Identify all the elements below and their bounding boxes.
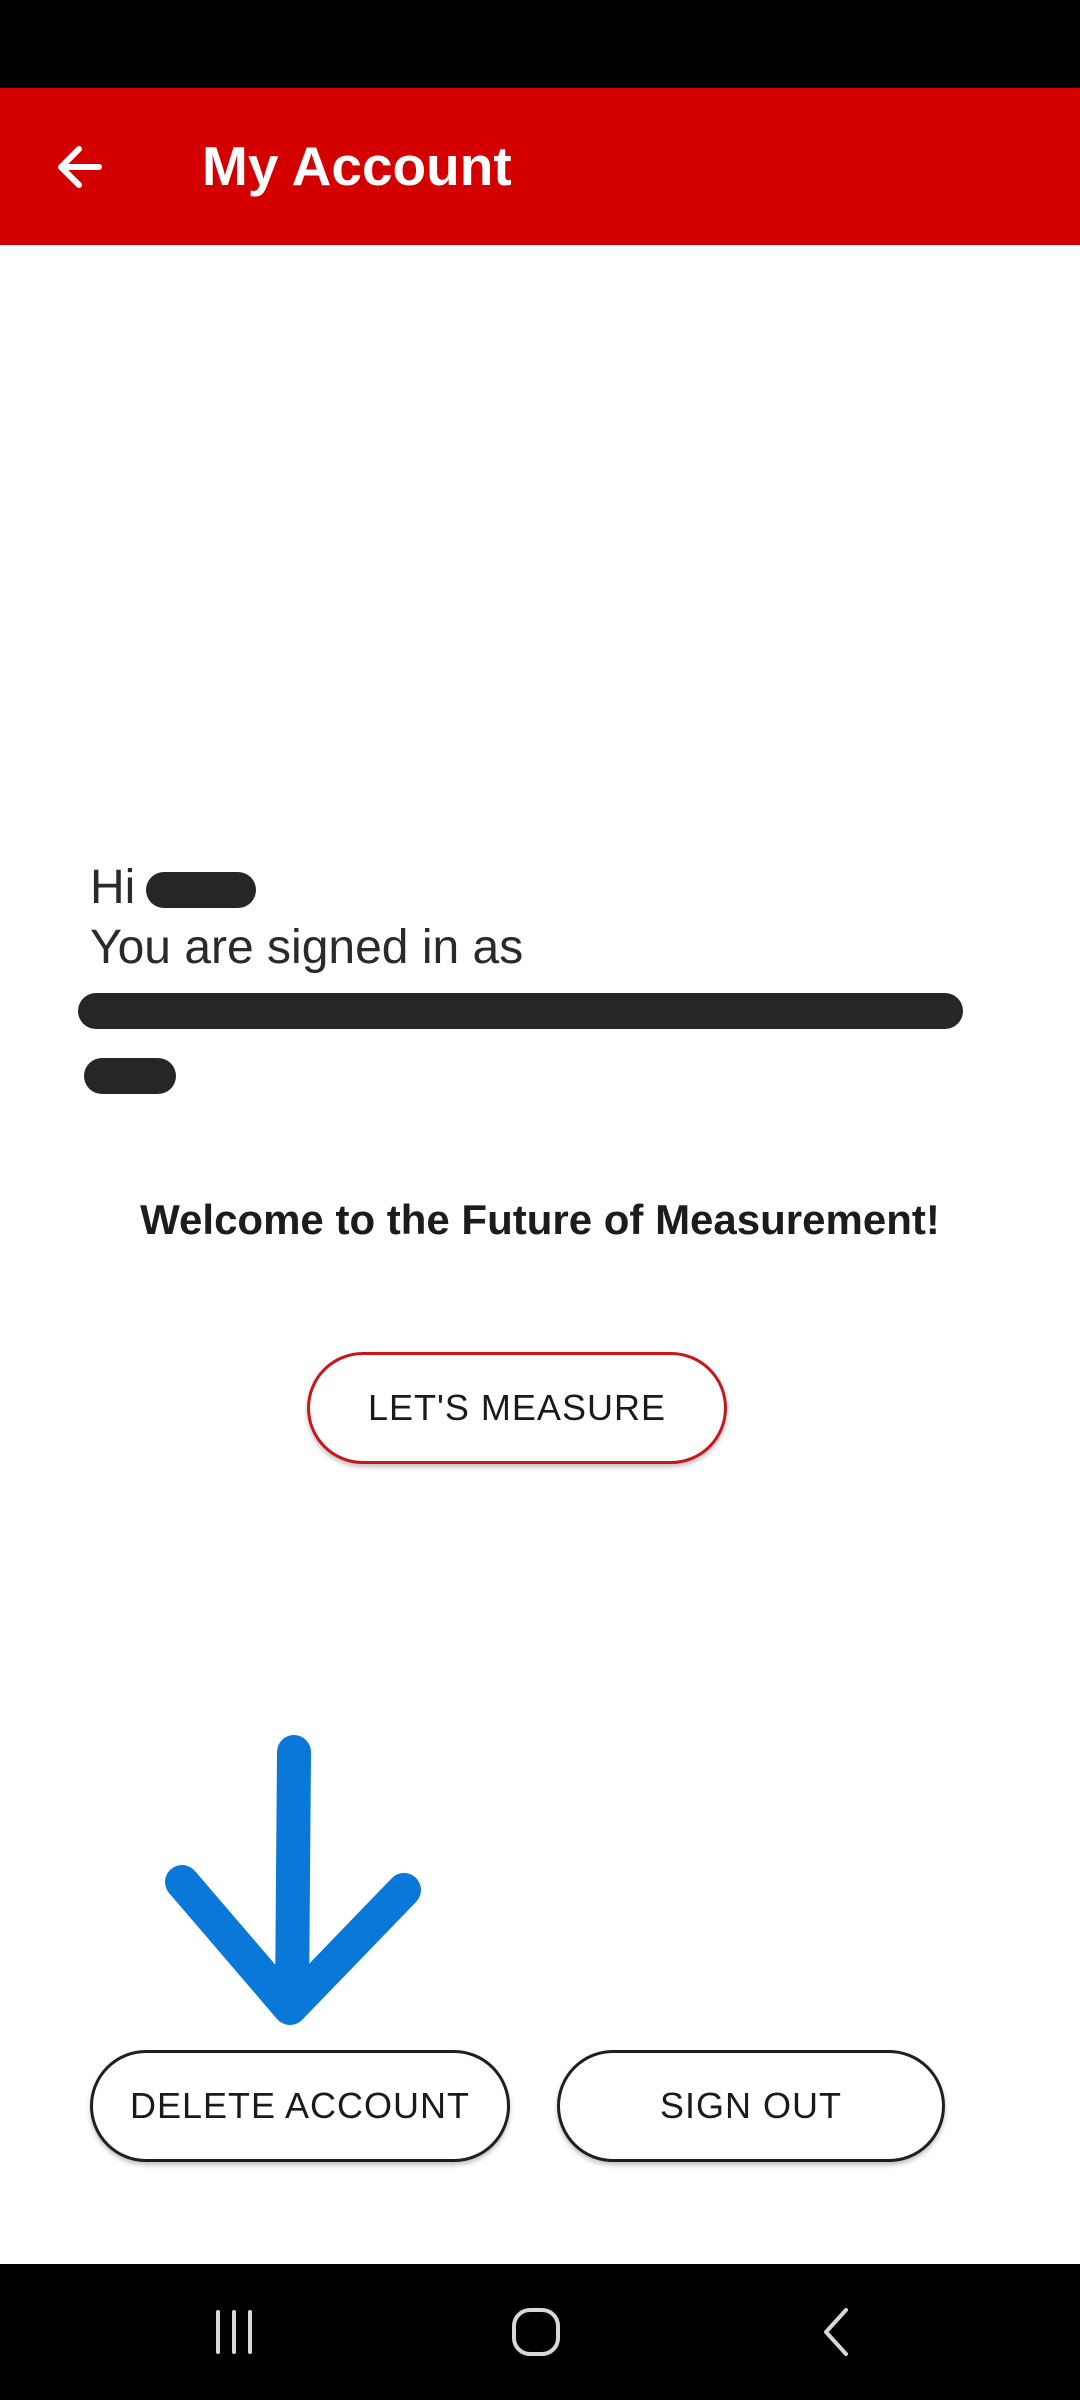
recent-apps-icon xyxy=(216,2310,252,2354)
back-icon xyxy=(824,2308,848,2356)
home-button[interactable] xyxy=(476,2282,596,2382)
signed-in-label: You are signed in as xyxy=(90,921,524,974)
redacted-username xyxy=(146,872,256,908)
arrow-down-icon xyxy=(165,1735,421,2025)
system-navigation-bar xyxy=(0,2264,1080,2400)
redacted-email xyxy=(78,993,963,1029)
system-back-button[interactable] xyxy=(778,2282,898,2382)
greeting-text: Hi xyxy=(90,861,136,914)
lets-measure-button[interactable]: LET'S MEASURE xyxy=(307,1352,727,1464)
status-bar xyxy=(0,0,1080,88)
back-button[interactable] xyxy=(36,124,122,210)
recent-apps-button[interactable] xyxy=(174,2282,294,2382)
sign-out-button[interactable]: SIGN OUT xyxy=(557,2050,945,2162)
app-bar: My Account xyxy=(0,88,1080,245)
arrow-left-icon xyxy=(58,146,102,188)
welcome-heading: Welcome to the Future of Measurement! xyxy=(140,1196,940,1243)
page-title: My Account xyxy=(202,135,512,197)
delete-account-button[interactable]: DELETE ACCOUNT xyxy=(90,2050,510,2162)
home-icon xyxy=(512,2308,560,2356)
redacted-email-continued xyxy=(84,1058,176,1094)
